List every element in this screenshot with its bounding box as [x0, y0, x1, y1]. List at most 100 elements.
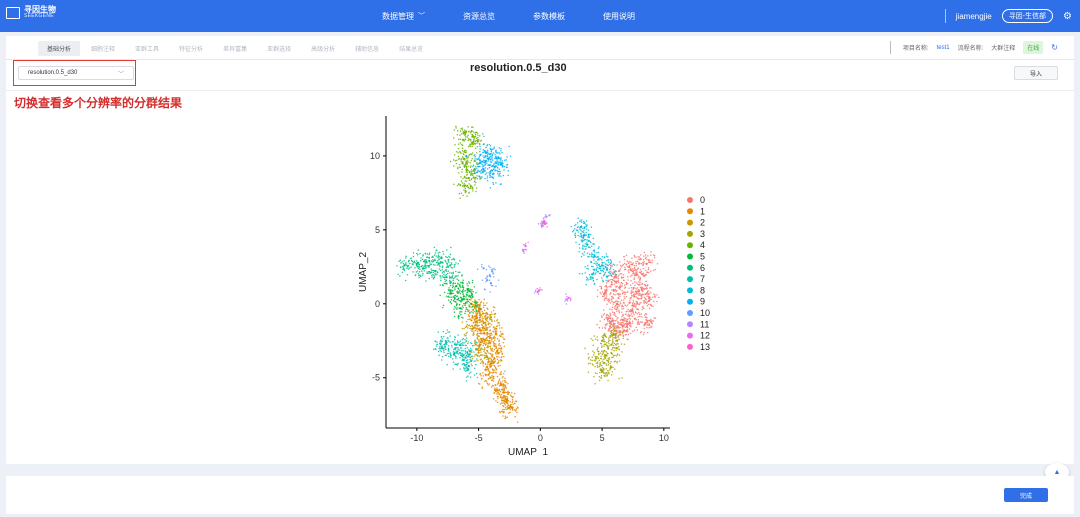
cell-point-cluster-1: [494, 352, 497, 354]
cell-point-cluster-5: [460, 282, 462, 284]
cell-point-cluster-1: [498, 334, 501, 337]
import-button[interactable]: 导入: [1014, 66, 1058, 80]
cell-point-cluster-2: [489, 357, 492, 359]
cell-point-cluster-9: [489, 155, 492, 158]
cell-point-cluster-0: [628, 265, 630, 267]
cell-point-cluster-10: [489, 291, 491, 293]
cell-point-cluster-2: [479, 332, 481, 335]
cell-point-cluster-3: [604, 350, 606, 352]
cell-point-cluster-5: [459, 289, 461, 291]
org-badge[interactable]: 寻因-生信部: [1001, 9, 1054, 23]
cell-point-cluster-2: [472, 315, 474, 318]
cell-point-cluster-0: [634, 273, 636, 276]
cell-point-cluster-7: [451, 346, 453, 348]
brand-logo[interactable]: 寻因生物 SEEKGENE: [6, 6, 56, 19]
cell-point-cluster-0: [629, 263, 631, 265]
nav-item-instructions[interactable]: 使用说明: [603, 11, 635, 22]
cell-point-cluster-1: [495, 347, 497, 350]
user-name[interactable]: jiamengjie: [956, 12, 992, 21]
cell-point-cluster-1: [500, 373, 503, 376]
cell-point-cluster-0: [622, 337, 625, 340]
cell-point-cluster-5: [464, 289, 467, 292]
cell-point-cluster-7: [446, 363, 448, 366]
cell-point-cluster-5: [454, 297, 456, 299]
cell-point-cluster-0: [624, 293, 626, 296]
cell-point-cluster-4: [471, 174, 474, 177]
tab-advanced-analysis[interactable]: 高级分析: [302, 41, 344, 56]
tab-subcluster-selection[interactable]: 亚群选择: [258, 41, 300, 56]
cell-point-cluster-2: [491, 313, 493, 315]
cell-point-cluster-1: [494, 365, 496, 367]
done-button[interactable]: 完成: [1004, 488, 1048, 502]
cell-point-cluster-6: [412, 255, 415, 258]
cell-point-cluster-7: [440, 336, 443, 338]
tab-feature-analysis[interactable]: 特征分析: [170, 41, 212, 56]
cell-point-cluster-0: [612, 301, 614, 303]
cell-point-cluster-7: [463, 354, 465, 357]
cell-point-cluster-0: [618, 297, 620, 299]
cell-point-cluster-1: [485, 341, 488, 344]
cell-point-cluster-4: [475, 152, 478, 154]
cell-point-cluster-9: [473, 172, 476, 174]
cell-point-cluster-0: [615, 289, 618, 292]
cell-point-cluster-0: [617, 281, 620, 284]
cell-point-cluster-12: [525, 242, 527, 245]
data-point-cluster-0: [625, 320, 628, 323]
cell-point-cluster-0: [606, 299, 609, 301]
cell-point-cluster-0: [647, 268, 650, 271]
cell-point-cluster-3: [608, 345, 610, 347]
cell-point-cluster-3: [601, 336, 603, 338]
cell-point-cluster-0: [638, 256, 641, 258]
cell-point-cluster-8: [607, 271, 610, 273]
cell-point-cluster-0: [596, 289, 599, 291]
tab-cell-annotation[interactable]: 细胞注释: [82, 41, 124, 56]
project-info: 项目名称: test1 流程名称: 大群注释 在线 ↻: [889, 41, 1058, 54]
nav-item-resources[interactable]: 资源总览: [463, 11, 495, 22]
tab-subcluster-tools[interactable]: 亚群工具: [126, 41, 168, 56]
cell-point-cluster-1: [499, 364, 501, 367]
cell-point-cluster-9: [483, 164, 485, 166]
cell-point-cluster-7: [434, 347, 436, 350]
cell-point-cluster-6: [442, 253, 445, 255]
cell-point-cluster-7: [456, 346, 459, 349]
cell-point-cluster-6: [445, 273, 448, 276]
cell-point-cluster-7: [465, 363, 468, 366]
x-tick-label: -10: [410, 433, 423, 443]
project-name-value[interactable]: test1: [937, 45, 950, 51]
cell-point-cluster-6: [451, 276, 453, 279]
cell-point-cluster-1: [482, 375, 485, 377]
cell-point-cluster-6: [449, 277, 451, 280]
gear-icon[interactable]: ⚙: [1063, 11, 1072, 22]
cell-point-cluster-8: [586, 267, 588, 270]
cell-point-cluster-0: [627, 315, 629, 317]
cell-point-cluster-1: [500, 382, 503, 384]
cell-point-cluster-0: [613, 283, 616, 285]
cell-point-cluster-1: [489, 342, 491, 345]
cell-point-cluster-1: [498, 324, 501, 326]
nav-item-templates[interactable]: 参数模板: [533, 11, 565, 22]
cell-point-cluster-0: [614, 305, 616, 308]
cell-point-cluster-4: [476, 145, 479, 148]
cell-point-cluster-0: [624, 268, 626, 271]
resolution-select[interactable]: resolution.0.5_d30 ﹀: [18, 66, 134, 80]
cell-point-cluster-9: [500, 175, 502, 177]
cell-point-cluster-0: [619, 264, 622, 267]
nav-item-data-management[interactable]: 数据管理 ﹀: [382, 11, 425, 22]
cell-point-cluster-0: [629, 300, 631, 302]
tab-differential-enrichment[interactable]: 差异富集: [214, 41, 256, 56]
cell-point-cluster-1: [512, 403, 514, 405]
cell-point-cluster-7: [439, 340, 442, 343]
cell-point-cluster-0: [631, 322, 634, 324]
cell-point-cluster-0: [621, 265, 624, 267]
cell-point-cluster-4: [456, 184, 459, 187]
refresh-icon[interactable]: ↻: [1051, 43, 1058, 52]
tab-basic-analysis[interactable]: 基础分析: [38, 40, 81, 56]
cell-point-cluster-8: [592, 237, 595, 240]
cell-point-cluster-7: [437, 350, 440, 353]
tab-results-overview[interactable]: 结果总览: [390, 41, 432, 56]
cell-point-cluster-4: [463, 153, 465, 156]
tab-auxiliary-info[interactable]: 辅助信息: [346, 41, 388, 56]
cell-point-cluster-3: [599, 371, 601, 374]
cell-point-cluster-9: [498, 147, 501, 149]
cell-point-cluster-6: [428, 277, 431, 280]
